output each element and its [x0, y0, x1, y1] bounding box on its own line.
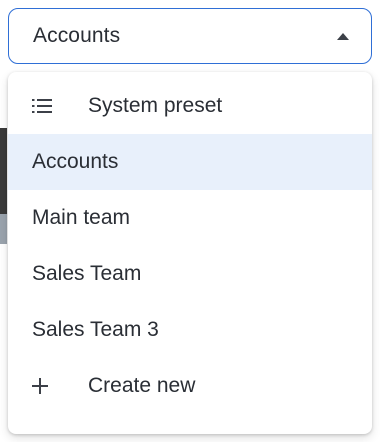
menu-item-create-new[interactable]: Create new [8, 358, 372, 414]
menu-item-label: Create new [88, 374, 196, 397]
team-dropdown-menu: System preset Accounts Main team Sales T… [8, 72, 372, 434]
team-select-value: Accounts [33, 24, 121, 47]
menu-item-accounts[interactable]: Accounts [8, 134, 372, 190]
menu-item-label: Main team [32, 206, 131, 229]
background-panel [0, 128, 7, 214]
list-icon [32, 98, 56, 114]
menu-item-label: System preset [88, 94, 223, 117]
chevron-up-icon[interactable] [337, 32, 349, 40]
plus-icon [32, 378, 56, 394]
menu-item-sales-team-3[interactable]: Sales Team 3 [8, 302, 372, 358]
team-select[interactable]: Accounts [8, 8, 372, 64]
menu-item-label: Accounts [32, 150, 119, 173]
menu-item-sales-team[interactable]: Sales Team [8, 246, 372, 302]
background-panel-lower [0, 214, 7, 244]
team-selector-screen: Accounts System preset Accounts Main tea… [0, 0, 380, 442]
menu-item-main-team[interactable]: Main team [8, 190, 372, 246]
menu-item-label: Sales Team [32, 262, 142, 285]
menu-item-label: Sales Team 3 [32, 318, 159, 341]
menu-item-system-preset[interactable]: System preset [8, 78, 372, 134]
